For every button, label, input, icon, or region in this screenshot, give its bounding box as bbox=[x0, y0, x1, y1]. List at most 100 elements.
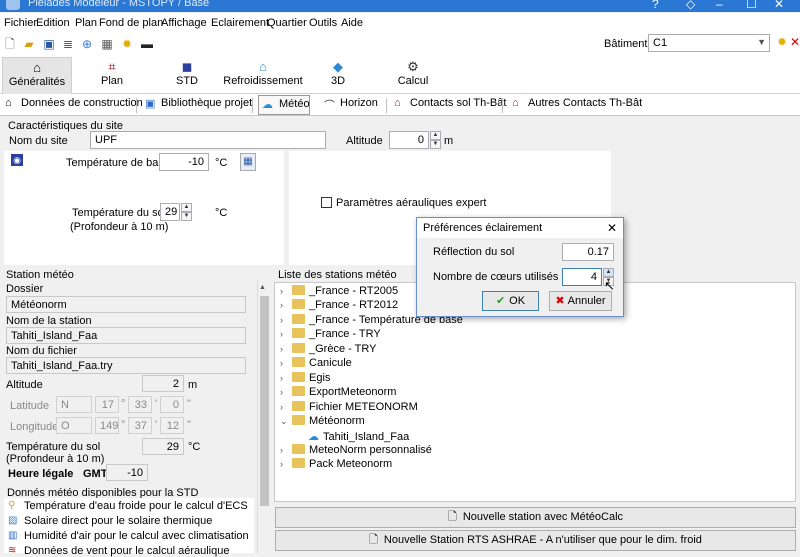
subtab-meteo[interactable]: ☁ Météo bbox=[258, 95, 310, 115]
folder-icon bbox=[292, 357, 305, 367]
folder-icon bbox=[292, 314, 305, 324]
temp-sol-spin-up[interactable]: ▲ bbox=[181, 203, 192, 212]
tree-node[interactable]: › _France - TRY bbox=[280, 328, 381, 342]
longitude-sec[interactable]: 12 bbox=[160, 417, 184, 434]
chevron-right-icon: › bbox=[280, 373, 283, 383]
menu-plan[interactable]: Plan bbox=[75, 17, 97, 29]
batiment-select-value: C1 bbox=[653, 37, 668, 49]
open-folder-icon[interactable]: ▰ bbox=[22, 37, 36, 51]
tab-refroidissement[interactable]: ⌂ Refroidissement bbox=[222, 57, 304, 94]
menu-outils[interactable]: Outils bbox=[309, 17, 337, 29]
menu-eclairement[interactable]: Eclairement bbox=[211, 17, 269, 29]
chevron-down-icon: ▼ bbox=[757, 37, 766, 47]
tree-node[interactable]: › Egis bbox=[280, 372, 330, 386]
close-button[interactable]: ✕ bbox=[774, 0, 784, 10]
new-ashrae-button[interactable]: 🗋 Nouvelle Station RTS ASHRAE - A n'utili… bbox=[275, 530, 796, 551]
temp-sol-spin-down[interactable]: ▼ bbox=[181, 212, 192, 221]
menu-quartier[interactable]: Quartier bbox=[267, 17, 307, 29]
horizon-icon: ⌒ bbox=[324, 100, 335, 112]
app-logo-icon bbox=[6, 0, 20, 10]
subtab-contacts-sol[interactable]: ⌂ Contacts sol Th-Bât bbox=[394, 97, 506, 114]
tree-node[interactable]: › _Grèce - TRY bbox=[280, 343, 376, 357]
new-meteocalc-button[interactable]: 🗋 Nouvelle station avec MétéoCalc bbox=[275, 507, 796, 528]
tab-std[interactable]: ◼ STD bbox=[157, 57, 217, 94]
calculator-icon[interactable]: ▦ bbox=[240, 153, 256, 171]
subtab-bibliotheque[interactable]: ▣ Bibliothèque projet bbox=[145, 97, 252, 114]
sun-icon[interactable]: ✹ bbox=[775, 35, 789, 49]
solar-panel-icon: ▨ bbox=[8, 515, 18, 526]
tree-node-label: MeteoNorm personnalisé bbox=[309, 444, 432, 456]
minimize-button[interactable]: – bbox=[716, 0, 723, 10]
batiment-select[interactable]: C1 ▼ bbox=[648, 34, 770, 52]
menu-aide[interactable]: Aide bbox=[341, 17, 363, 29]
menu-affichage[interactable]: Affichage bbox=[161, 17, 207, 29]
menu-edition[interactable]: Edition bbox=[36, 17, 70, 29]
tab-plan[interactable]: ⌗ Plan bbox=[82, 57, 142, 94]
tree-node[interactable]: › Pack Meteonorm bbox=[280, 458, 392, 472]
donnee-label: Humidité d'air pour le calcul avec clima… bbox=[24, 530, 249, 542]
latitude-min[interactable]: 33 bbox=[128, 396, 152, 413]
subtab-donnees-construction[interactable]: ⌂ Données de construction bbox=[5, 97, 143, 114]
tab-3d[interactable]: ◆ 3D bbox=[313, 57, 363, 94]
weather-icon: ☁ bbox=[308, 431, 319, 443]
delete-icon[interactable]: ✕ bbox=[788, 35, 800, 49]
tree-node-label: Météonorm bbox=[309, 415, 365, 427]
std-icon: ◉ bbox=[11, 154, 23, 166]
ribbon-toggle-icon[interactable]: ◇ bbox=[686, 0, 695, 10]
save-icon[interactable]: ▣ bbox=[42, 37, 56, 51]
tab-calcul[interactable]: ⚙ Calcul bbox=[388, 57, 438, 94]
subtab-label: Bibliothèque projet bbox=[161, 97, 253, 109]
tree-node-label: Pack Meteonorm bbox=[309, 458, 393, 470]
maximize-button[interactable]: ☐ bbox=[746, 0, 757, 10]
scroll-thumb[interactable] bbox=[260, 296, 269, 506]
tab-generalites[interactable]: ⌂ Généralités bbox=[2, 57, 72, 94]
latitude-dir-select[interactable]: N bbox=[56, 396, 92, 413]
new-file-icon[interactable]: 🗋 bbox=[3, 37, 17, 51]
longitude-deg[interactable]: 149 bbox=[95, 417, 119, 434]
list-icon[interactable]: ≣ bbox=[61, 37, 75, 51]
tree-node[interactable]: › MeteoNorm personnalisé bbox=[280, 444, 432, 458]
tree-node[interactable]: › Fichier METEONORM bbox=[280, 401, 418, 415]
grid-icon[interactable]: ▦ bbox=[100, 37, 114, 51]
latitude-sec[interactable]: 0 bbox=[160, 396, 184, 413]
menu-fond-de-plan[interactable]: Fond de plan bbox=[99, 17, 163, 29]
share-icon[interactable]: ⊕ bbox=[80, 37, 94, 51]
cores-input[interactable]: 4 bbox=[562, 268, 602, 286]
tree-leaf-station[interactable]: ☁ Tahiti_Island_Faa bbox=[308, 430, 409, 444]
deg-symbol: ° bbox=[121, 419, 126, 431]
cancel-button[interactable]: ✖ Annuler bbox=[549, 291, 612, 311]
subtab-horizon[interactable]: ⌒ Horizon bbox=[324, 97, 378, 114]
longitude-dir-select[interactable]: O bbox=[56, 417, 92, 434]
chevron-right-icon: › bbox=[280, 459, 283, 469]
expert-checkbox[interactable] bbox=[321, 197, 332, 208]
monitor-icon[interactable]: ▬ bbox=[140, 37, 154, 51]
dossier-label: Dossier bbox=[6, 283, 44, 295]
cores-spin-up[interactable]: ▲ bbox=[603, 268, 614, 277]
scroll-up-icon[interactable]: ▲ bbox=[259, 284, 266, 291]
left-scrollbar[interactable]: ▲ bbox=[257, 280, 270, 553]
folder-icon bbox=[292, 299, 305, 309]
sun-icon[interactable]: ✹ bbox=[120, 37, 134, 51]
temp-sol-input[interactable]: 29 bbox=[160, 203, 180, 221]
tree-node[interactable]: › _France - RT2005 bbox=[280, 285, 398, 299]
latitude-deg[interactable]: 17 bbox=[95, 396, 119, 413]
nom-site-input[interactable]: UPF bbox=[90, 131, 326, 149]
temp-base-input[interactable]: -10 bbox=[159, 153, 209, 171]
chevron-right-icon: › bbox=[280, 344, 283, 354]
tree-node[interactable]: › _France - RT2012 bbox=[280, 299, 398, 313]
altitude-spin-down[interactable]: ▼ bbox=[430, 140, 441, 149]
main-tabs: ⌂ Généralités ⌗ Plan ◼ STD ⌂ Refroidisse… bbox=[0, 57, 800, 94]
subtab-autres-contacts[interactable]: ⌂ Autres Contacts Th-Bât bbox=[512, 97, 642, 114]
altitude-spin-up[interactable]: ▲ bbox=[430, 131, 441, 140]
tree-node[interactable]: › ExportMeteonorm bbox=[280, 386, 396, 400]
help-icon[interactable]: ? bbox=[652, 0, 659, 10]
reflection-input[interactable]: 0.17 bbox=[562, 243, 614, 261]
longitude-min[interactable]: 37 bbox=[128, 417, 152, 434]
altitude-input[interactable]: 0 bbox=[389, 131, 429, 149]
ok-button[interactable]: ✔ OK bbox=[482, 291, 539, 311]
tree-node[interactable]: › Canicule bbox=[280, 357, 352, 371]
menu-fichier[interactable]: Fichier bbox=[4, 17, 37, 29]
tree-node-label: ExportMeteonorm bbox=[309, 386, 397, 398]
dialog-close-button[interactable]: ✕ bbox=[607, 221, 617, 235]
tree-node-expanded[interactable]: ⌄ Météonorm bbox=[280, 415, 365, 429]
